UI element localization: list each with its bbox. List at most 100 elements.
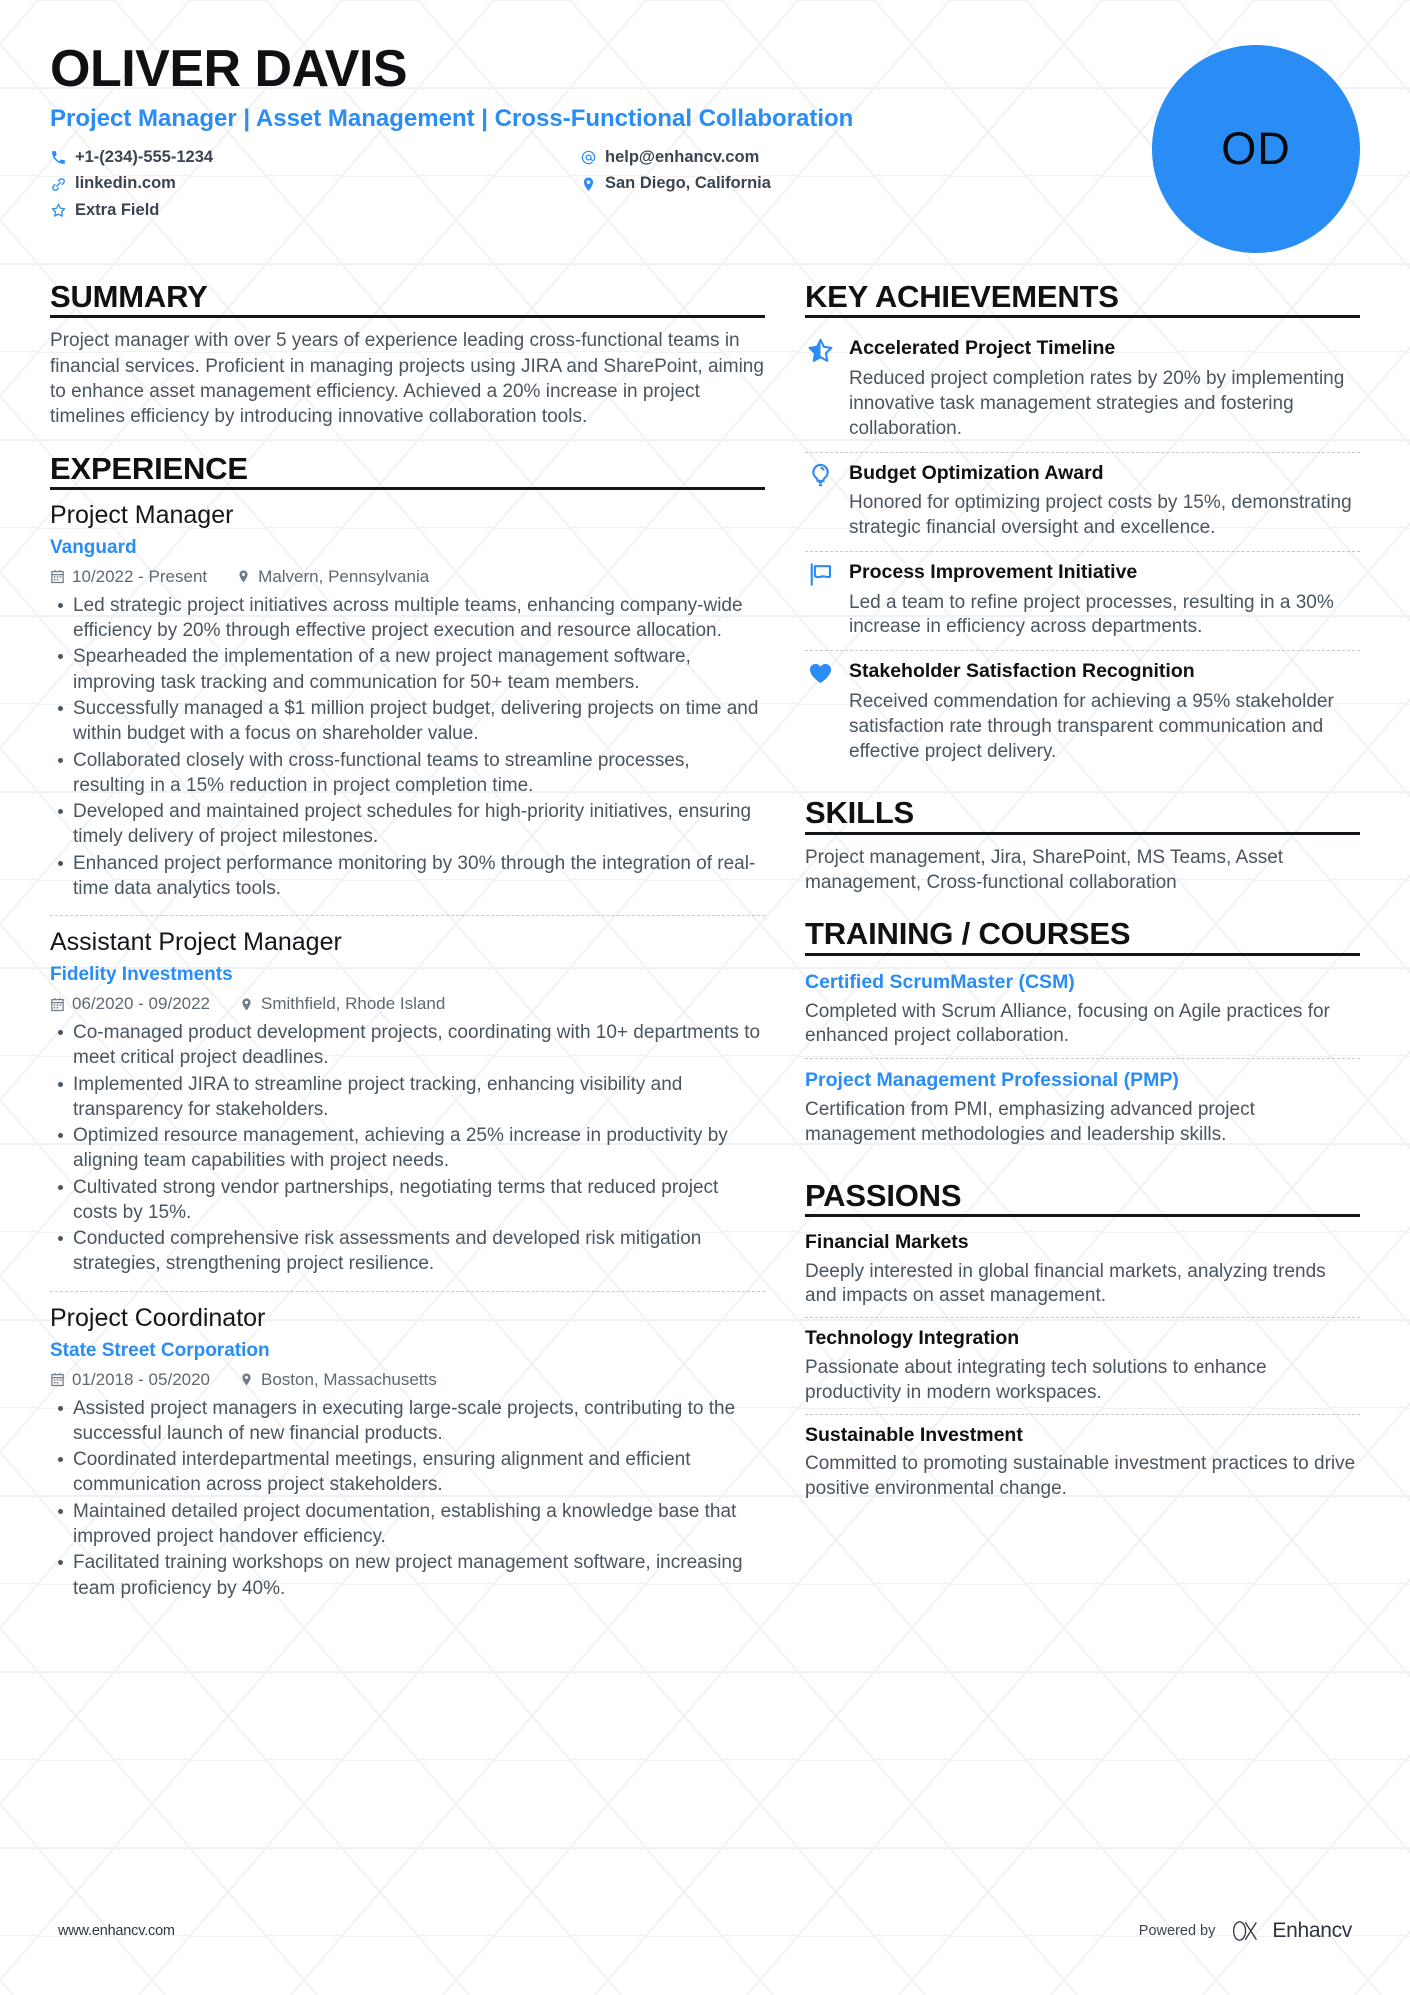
achievement-desc: Honored for optimizing project costs by … [849, 492, 1352, 539]
contact-column-left: +1-(234)-555-1234 linkedin.com Extra Fie… [50, 146, 580, 222]
location-pin-icon [239, 997, 254, 1012]
contact-location-text: San Diego, California [605, 174, 771, 193]
location-pin-icon [239, 1372, 254, 1387]
page-footer: www.enhancv.com Powered by Enhancv [0, 1919, 1410, 1943]
achievement-title: Process Improvement Initiative [849, 560, 1138, 583]
job-dates-text: 10/2022 - Present [72, 566, 208, 586]
experience-item: Assistant Project Manager Fidelity Inves… [50, 915, 765, 1287]
page-title: OLIVER DAVIS [50, 40, 408, 98]
avatar-initials: OD [1221, 123, 1291, 174]
passion-title: Sustainable Investment [805, 1423, 1023, 1446]
achievement-body: Budget Optimization Award Honored for op… [849, 461, 1360, 541]
course-title[interactable]: Project Management Professional (PMP) [805, 1068, 1360, 1093]
job-dates: 06/2020 - 09/2022 [50, 994, 210, 1014]
heart-icon [805, 659, 835, 689]
achievement-title: Budget Optimization Award [849, 461, 1104, 484]
job-bullet: Led strategic project initiatives across… [50, 593, 765, 644]
achievement-item: Accelerated Project Timeline Reduced pro… [805, 328, 1360, 451]
course-title[interactable]: Certified ScrumMaster (CSM) [805, 970, 1360, 995]
passion-title: Technology Integration [805, 1327, 1020, 1350]
at-icon [580, 149, 597, 166]
job-dates: 01/2018 - 05/2020 [50, 1370, 210, 1390]
job-location-text: Smithfield, Rhode Island [261, 994, 446, 1014]
job-bullet: Maintained detailed project documentatio… [50, 1499, 765, 1550]
passion-item: Sustainable Investment Committed to prom… [805, 1413, 1360, 1510]
avatar: OD [1152, 45, 1360, 253]
flag-icon [805, 560, 835, 590]
job-bullets: Assisted project managers in executing l… [50, 1396, 765, 1601]
course-item: Project Management Professional (PMP) Ce… [805, 1058, 1360, 1156]
passion-desc: Committed to promoting sustainable inves… [805, 1453, 1356, 1500]
professional-headline: Project Manager | Asset Management | Cro… [50, 105, 854, 133]
phone-icon [50, 149, 67, 166]
job-location: Boston, Massachusetts [239, 1370, 437, 1390]
contact-linkedin[interactable]: linkedin.com [50, 172, 580, 195]
star-outline-icon [805, 336, 835, 366]
job-bullet: Coordinated interdepartmental meetings, … [50, 1447, 765, 1498]
contact-phone[interactable]: +1-(234)-555-1234 [50, 146, 580, 169]
location-pin-icon [236, 569, 251, 584]
job-bullet: Enhanced project performance monitoring … [50, 851, 765, 902]
passions-title: PASSIONS [805, 1178, 1360, 1218]
contact-column-right: help@enhancv.com San Diego, California [580, 146, 771, 222]
enhancv-brand[interactable]: Enhancv [1227, 1919, 1352, 1943]
job-role: Project Coordinator [50, 1303, 266, 1332]
job-meta: 01/2018 - 05/2020 Boston, Massachusetts [50, 1370, 765, 1390]
job-company[interactable]: Vanguard [50, 536, 765, 561]
achievement-body: Accelerated Project Timeline Reduced pro… [849, 336, 1360, 441]
resume-header: OLIVER DAVIS Project Manager | Asset Man… [50, 40, 1360, 268]
star-icon [50, 202, 67, 219]
contact-email-text: help@enhancv.com [605, 147, 760, 166]
job-bullet: Co-managed product development projects,… [50, 1020, 765, 1071]
training-title: TRAINING / COURSES [805, 917, 1360, 956]
achievement-desc: Led a team to refine project processes, … [849, 591, 1334, 638]
contact-extra-field[interactable]: Extra Field [50, 199, 580, 222]
achievement-body: Process Improvement Initiative Led a tea… [849, 560, 1360, 640]
contact-email[interactable]: help@enhancv.com [580, 146, 771, 169]
section-experience: EXPERIENCE Project Manager Vanguard 10/2… [50, 451, 765, 1611]
job-bullet: Collaborated closely with cross-function… [50, 748, 765, 799]
passion-title: Financial Markets [805, 1231, 969, 1254]
contact-extra-field-text: Extra Field [75, 200, 160, 219]
job-bullet: Cultivated strong vendor partnerships, n… [50, 1175, 765, 1226]
enhancv-logo-icon [1227, 1920, 1265, 1942]
skills-title: SKILLS [805, 796, 1360, 835]
contact-linkedin-text: linkedin.com [75, 174, 176, 193]
contact-phone-text: +1-(234)-555-1234 [75, 147, 214, 166]
job-bullet: Implemented JIRA to streamline project t… [50, 1072, 765, 1123]
job-company[interactable]: Fidelity Investments [50, 963, 765, 988]
passion-item: Technology Integration Passionate about … [805, 1317, 1360, 1413]
experience-item: Project Coordinator State Street Corpora… [50, 1290, 765, 1611]
resume-page: OLIVER DAVIS Project Manager | Asset Man… [0, 0, 1410, 1995]
section-key-achievements: KEY ACHIEVEMENTS Accelerated Project Tim… [805, 280, 1360, 774]
course-item: Certified ScrumMaster (CSM) Completed wi… [805, 966, 1360, 1058]
right-column: KEY ACHIEVEMENTS Accelerated Project Tim… [805, 280, 1360, 1514]
job-role: Project Manager [50, 501, 234, 529]
section-training: TRAINING / COURSES Certified ScrumMaster… [805, 917, 1360, 1156]
job-bullets: Co-managed product development projects,… [50, 1020, 765, 1277]
job-dates-text: 01/2018 - 05/2020 [72, 1369, 211, 1389]
experience-title: EXPERIENCE [50, 451, 765, 490]
passion-desc: Deeply interested in global financial ma… [805, 1260, 1326, 1307]
left-column: SUMMARY Project manager with over 5 year… [50, 280, 805, 1615]
achievement-title: Stakeholder Satisfaction Recognition [849, 660, 1195, 683]
job-bullet: Conducted comprehensive risk assessments… [50, 1226, 765, 1277]
job-bullet: Optimized resource management, achieving… [50, 1123, 765, 1174]
section-passions: PASSIONS Financial Markets Deeply intere… [805, 1178, 1360, 1510]
achievement-desc: Received commendation for achieving a 95… [849, 690, 1334, 762]
section-skills: SKILLS Project management, Jira, SharePo… [805, 796, 1360, 895]
footer-website-url[interactable]: www.enhancv.com [58, 1923, 175, 1939]
skills-text: Project management, Jira, SharePoint, MS… [805, 846, 1284, 894]
summary-title: SUMMARY [50, 280, 765, 319]
passion-desc: Passionate about integrating tech soluti… [805, 1356, 1267, 1403]
section-summary: SUMMARY Project manager with over 5 year… [50, 280, 765, 430]
job-bullet: Successfully managed a $1 million projec… [50, 696, 765, 747]
link-icon [50, 176, 67, 193]
achievement-item: Stakeholder Satisfaction Recognition Rec… [805, 650, 1360, 774]
resume-content: OLIVER DAVIS Project Manager | Asset Man… [0, 0, 1410, 1615]
achievement-item: Process Improvement Initiative Led a tea… [805, 550, 1360, 650]
job-location-text: Boston, Massachusetts [261, 1369, 437, 1389]
achievement-desc: Reduced project completion rates by 20% … [849, 368, 1345, 439]
job-company[interactable]: State Street Corporation [50, 1339, 765, 1364]
calendar-icon [50, 1372, 65, 1387]
